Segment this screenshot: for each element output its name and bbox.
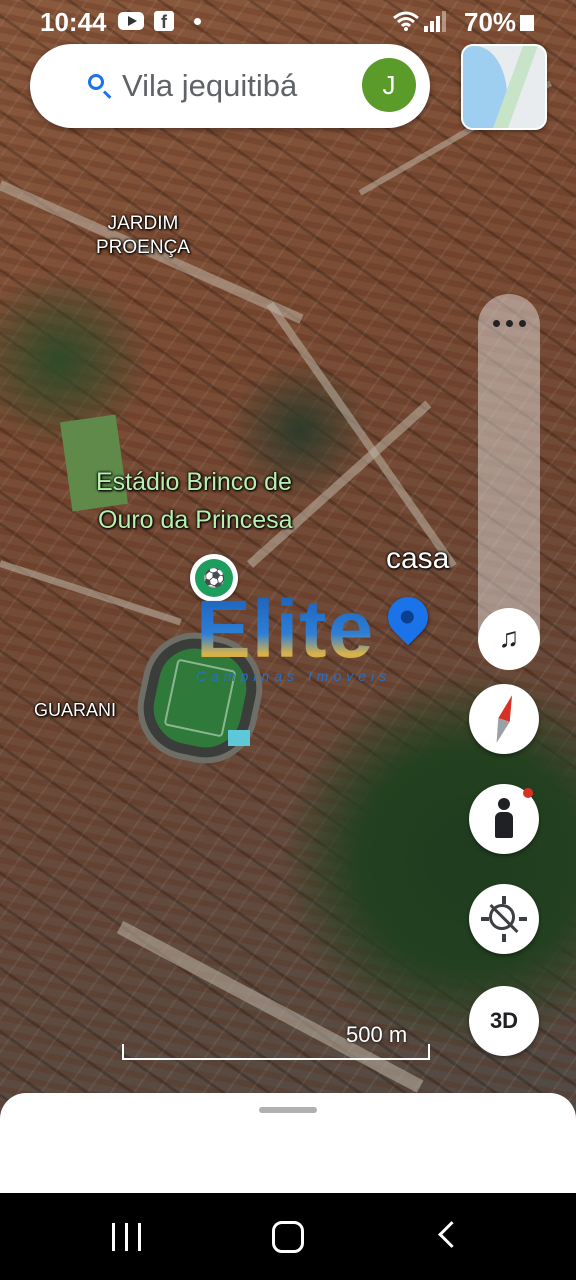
watermark-logo: Elite [196, 584, 375, 675]
neighborhood-label-jardim-proenca: JARDIM PROENÇA [96, 213, 190, 258]
compass-south [490, 718, 510, 745]
saved-pin-label[interactable]: casa [386, 542, 449, 576]
battery-icon [520, 15, 534, 31]
more-horizontal-icon[interactable] [493, 318, 527, 330]
3d-button[interactable]: 3D [469, 986, 539, 1056]
pegman-icon [498, 798, 510, 810]
bottom-sheet[interactable] [0, 1093, 576, 1193]
search-input[interactable]: Vila jequitibá [122, 68, 340, 104]
avatar[interactable]: J [362, 58, 416, 112]
facebook-icon: f [154, 11, 174, 32]
music-button[interactable]: ♫ [478, 608, 540, 670]
pool [228, 730, 250, 746]
neighborhood-label-guarani: GUARANI [34, 700, 117, 720]
3d-label: 3D [489, 1008, 519, 1033]
place-label-line2[interactable]: Ouro da Princesa [98, 506, 293, 535]
street-view-button[interactable] [469, 784, 539, 854]
sheet-drag-handle[interactable] [259, 1107, 317, 1113]
recent-apps-icon[interactable] [112, 1223, 142, 1251]
home-icon[interactable] [272, 1221, 304, 1253]
locate-tick-bottom [502, 934, 506, 942]
signal-icon [424, 10, 446, 32]
compass-button[interactable] [469, 684, 539, 754]
my-location-button[interactable] [469, 884, 539, 954]
navigation-bar [0, 1193, 576, 1280]
notification-dot [523, 788, 533, 798]
status-bar: 10:44 f 70% [0, 0, 576, 44]
compass-icon [498, 693, 518, 722]
map-layers-button[interactable] [461, 44, 547, 130]
locate-tick-right [519, 917, 527, 921]
search-icon[interactable] [88, 74, 104, 90]
wifi-icon [392, 10, 420, 38]
locate-tick-left [481, 917, 489, 921]
watermark-tagline: Campinas Imoveis [196, 668, 392, 684]
dot-icon [194, 18, 201, 25]
battery-percent: 70% [464, 7, 517, 37]
youtube-icon [118, 12, 144, 30]
scale-label: 500 m [346, 1022, 408, 1047]
search-bar[interactable]: Vila jequitibá J [30, 44, 430, 128]
back-icon[interactable] [438, 1221, 465, 1248]
status-time: 10:44 [40, 7, 107, 37]
locate-tick-top [502, 896, 506, 904]
pegman-body [495, 812, 513, 838]
music-note-icon: ♫ [498, 622, 520, 653]
place-label-line1[interactable]: Estádio Brinco de [96, 468, 292, 497]
